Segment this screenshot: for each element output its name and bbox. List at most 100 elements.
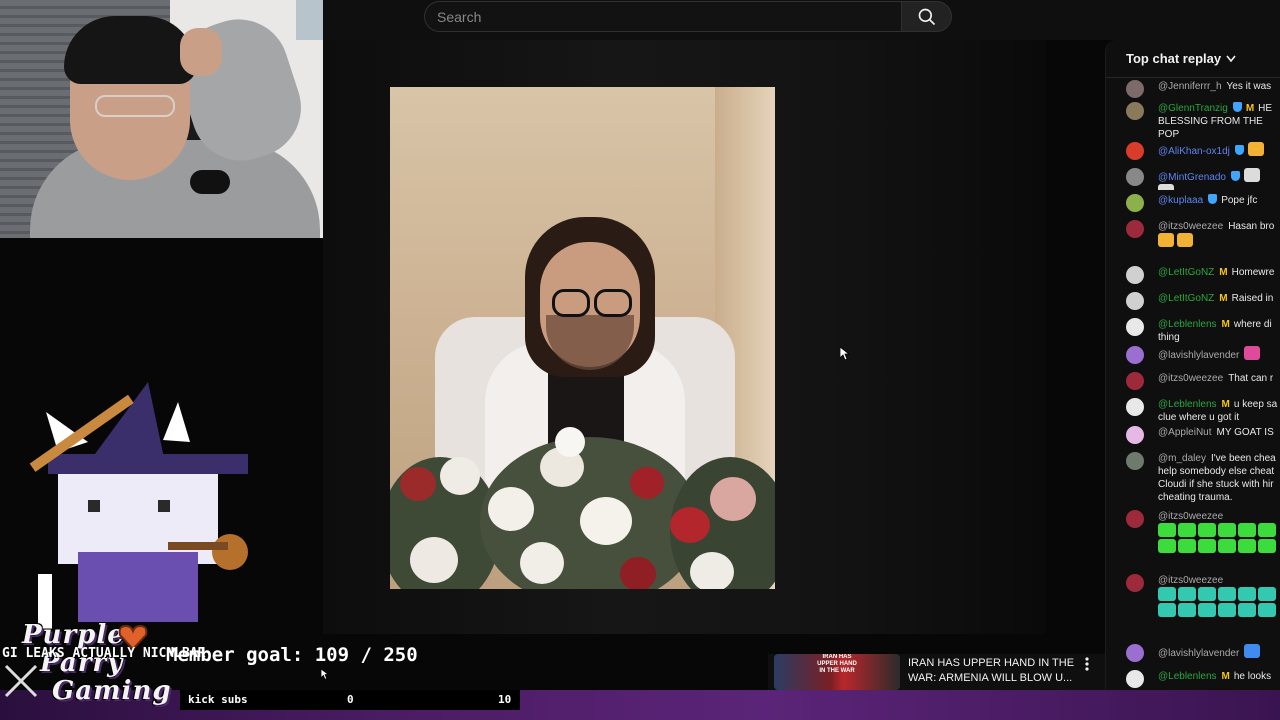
suggested-video-thumbnail[interactable]: IRAN HAS UPPER HAND IN THE WAR	[774, 654, 900, 690]
chat-avatar[interactable]	[1126, 142, 1144, 160]
emote-icon	[1258, 539, 1276, 553]
stream-frame: Top chat replay @Jenniferrr_hYes it was@…	[0, 0, 1280, 720]
chat-message[interactable]: @itzs0weezee	[1106, 574, 1280, 638]
chat-avatar[interactable]	[1126, 398, 1144, 416]
emote-icon	[1258, 523, 1276, 537]
emote-icon	[1238, 603, 1256, 617]
chat-text: he looks	[1233, 671, 1272, 682]
chat-message[interactable]: @AppleiNut MY GOAT IS	[1106, 426, 1280, 448]
chat-message-body: @AppleiNut MY GOAT IS	[1158, 426, 1280, 448]
chat-avatar[interactable]	[1126, 220, 1144, 238]
chat-message[interactable]: @itzs0weezee Hasan bro	[1106, 220, 1280, 260]
flower-bouquet	[390, 427, 775, 589]
chat-message-body: @GlennTranzig M HE BLESSING FROM THE POP	[1158, 102, 1280, 138]
chat-text: Pope jfc	[1221, 195, 1258, 206]
chat-avatar[interactable]	[1126, 510, 1144, 528]
emote-icon	[1158, 539, 1176, 553]
member-goal-counter: Member goal: 109 / 250	[166, 644, 418, 666]
portrait-image	[390, 87, 775, 589]
chat-message[interactable]: @Jenniferrr_h Yes it was	[1106, 80, 1280, 98]
emote-icon	[1247, 142, 1264, 156]
suggested-video-card[interactable]: IRAN HAS UPPER HAND IN THE WAR IRAN HAS …	[768, 654, 1105, 690]
chat-message[interactable]: @Leblenlens Mwhere di thing	[1106, 318, 1280, 348]
chat-avatar[interactable]	[1126, 426, 1144, 444]
member-badge-icon: M	[1219, 293, 1228, 304]
chat-avatar[interactable]	[1126, 574, 1144, 592]
chat-avatar[interactable]	[1126, 372, 1144, 390]
emote-icon	[1238, 539, 1256, 553]
chat-author[interactable]: @GlennTranzig	[1158, 103, 1228, 114]
chat-author[interactable]: @itzs0weezee	[1158, 221, 1223, 232]
verified-badge-icon	[1230, 171, 1240, 181]
chat-author[interactable]: @Leblenlens	[1158, 399, 1217, 410]
chat-message[interactable]: @kuplaaa Pope jfc	[1106, 194, 1280, 216]
emote-icon	[1158, 587, 1176, 601]
kick-subs-current: 0	[347, 693, 354, 706]
chat-message-body: @LetItGoNZ M Homewre	[1158, 266, 1280, 288]
chat-message-body: @itzs0weezee	[1158, 510, 1280, 570]
chat-avatar[interactable]	[1126, 346, 1144, 364]
chat-text: Raised in	[1231, 293, 1274, 304]
chat-avatar[interactable]	[1126, 168, 1144, 186]
kick-subs-label: kick subs	[188, 693, 248, 706]
chat-avatar[interactable]	[1126, 318, 1144, 336]
search-box[interactable]	[424, 1, 902, 32]
youtube-top-bar	[323, 0, 1280, 40]
chevron-down-icon	[1226, 55, 1236, 62]
chat-message[interactable]: @Leblenlens Mu keep sa clue where u got i…	[1106, 398, 1280, 428]
emote-icon	[1218, 587, 1236, 601]
chat-author[interactable]: @LetItGoNZ	[1158, 293, 1214, 304]
chat-avatar[interactable]	[1126, 80, 1144, 98]
chat-author[interactable]: @Leblenlens	[1158, 671, 1217, 682]
chat-message-body: @Leblenlens Mu keep sa clue where u got i…	[1158, 398, 1280, 428]
chat-message[interactable]: @itzs0weezee That can r	[1106, 372, 1280, 394]
chat-author[interactable]: @itzs0weezee	[1158, 575, 1223, 586]
chat-avatar[interactable]	[1126, 194, 1144, 212]
chat-message[interactable]: @LetItGoNZ M Homewre	[1106, 266, 1280, 288]
emote-icon	[1158, 603, 1176, 617]
chat-avatar[interactable]	[1126, 292, 1144, 310]
suggested-video-title[interactable]: IRAN HAS UPPER HAND IN THE WAR: ARMENIA …	[908, 656, 1078, 686]
chat-author[interactable]: @AliKhan-ox1dj	[1158, 146, 1230, 157]
verified-badge-icon	[1208, 194, 1218, 204]
search-icon	[918, 8, 935, 25]
verified-badge-icon	[1234, 145, 1244, 155]
chat-text: Hasan bro	[1228, 221, 1275, 232]
chat-avatar[interactable]	[1126, 266, 1144, 284]
emote-icon	[1178, 539, 1196, 553]
chat-message[interactable]: @MintGrenado	[1106, 168, 1280, 190]
emote-icon	[1158, 233, 1174, 247]
emote-icon	[1177, 233, 1193, 247]
chat-author[interactable]: @Leblenlens	[1158, 319, 1217, 330]
chat-author[interactable]: @m_daley	[1158, 453, 1206, 464]
chat-message[interactable]: @AliKhan-ox1dj	[1106, 142, 1280, 164]
chat-mode-selector[interactable]: Top chat replay	[1106, 40, 1280, 78]
more-options-icon[interactable]	[1082, 656, 1092, 672]
chat-avatar[interactable]	[1126, 670, 1144, 688]
chat-message[interactable]: @LetItGoNZ M Raised in	[1106, 292, 1280, 314]
chat-message[interactable]: @GlennTranzig M HE BLESSING FROM THE POP	[1106, 102, 1280, 138]
chat-avatar[interactable]	[1126, 102, 1144, 120]
chat-avatar[interactable]	[1126, 452, 1144, 470]
chat-author[interactable]: @Jenniferrr_h	[1158, 81, 1222, 92]
chat-message[interactable]: @lavishlylavender	[1106, 346, 1280, 368]
search-button[interactable]	[901, 1, 952, 32]
chat-message-body: @m_daley I've been chea help somebody els…	[1158, 452, 1280, 502]
chat-author[interactable]: @MintGrenado	[1158, 172, 1226, 183]
chat-message[interactable]: @Leblenlens Mhe looks	[1106, 670, 1280, 690]
chat-message[interactable]: @m_daley I've been chea help somebody els…	[1106, 452, 1280, 502]
chat-author[interactable]: @kuplaaa	[1158, 195, 1203, 206]
chat-avatar[interactable]	[1126, 644, 1144, 662]
chat-author[interactable]: @itzs0weezee	[1158, 511, 1223, 522]
emote-icon	[1244, 346, 1261, 360]
search-input[interactable]	[425, 2, 902, 31]
chat-author[interactable]: @AppleiNut	[1158, 427, 1212, 438]
chat-author[interactable]: @itzs0weezee	[1158, 373, 1223, 384]
chat-message-body: @lavishlylavender	[1158, 346, 1280, 368]
chat-message[interactable]: @lavishlylavender	[1106, 644, 1280, 666]
chat-author[interactable]: @lavishlylavender	[1158, 648, 1239, 659]
chat-author[interactable]: @lavishlylavender	[1158, 350, 1239, 361]
chat-author[interactable]: @LetItGoNZ	[1158, 267, 1214, 278]
chat-message[interactable]: @itzs0weezee	[1106, 510, 1280, 570]
thumbnail-caption: IRAN HAS UPPER HAND IN THE WAR	[817, 654, 857, 674]
